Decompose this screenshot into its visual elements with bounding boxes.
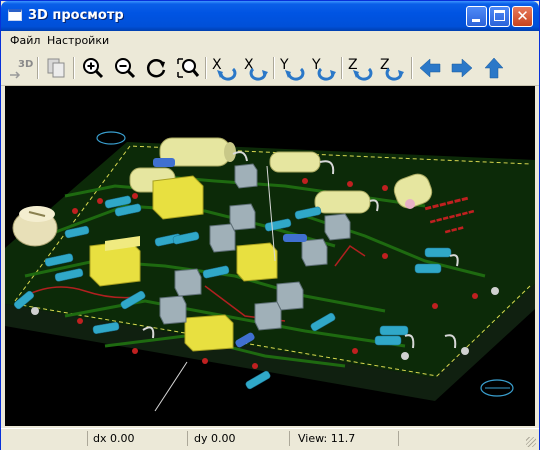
pan-left-button[interactable] bbox=[417, 55, 443, 81]
arrow-right-icon bbox=[451, 58, 473, 78]
resize-grip[interactable] bbox=[526, 437, 536, 447]
rotate-z-neg-button[interactable]: Z bbox=[347, 55, 373, 81]
toolbar-separator bbox=[273, 57, 275, 79]
pan-up-button[interactable] bbox=[481, 55, 507, 81]
rotate-y-neg-button[interactable]: Y bbox=[279, 55, 305, 81]
toolbar-separator bbox=[37, 57, 39, 79]
rotate-x-label: X bbox=[212, 57, 222, 73]
trimmer-potentiometer bbox=[12, 206, 58, 247]
rotate-x-neg-button[interactable]: X bbox=[211, 55, 237, 81]
menu-file[interactable]: Файл bbox=[10, 34, 40, 47]
window-title: 3D просмотр bbox=[28, 8, 124, 23]
toolbar-separator bbox=[411, 57, 413, 79]
window-icon bbox=[8, 9, 22, 21]
maximize-icon bbox=[494, 10, 505, 21]
mounting-hole bbox=[96, 131, 126, 145]
pan-right-button[interactable] bbox=[449, 55, 475, 81]
zoom-in-icon bbox=[83, 58, 104, 79]
rotate-x-icon: X bbox=[212, 57, 237, 81]
minimize-icon bbox=[472, 19, 480, 22]
refresh-icon bbox=[146, 59, 166, 78]
close-icon: ✕ bbox=[516, 7, 529, 25]
rotate-y-label: Y bbox=[279, 57, 289, 73]
zoom-fit-icon bbox=[177, 58, 200, 78]
rotate-z-icon: Z bbox=[380, 57, 404, 81]
rotate-z-pos-button[interactable]: Z bbox=[379, 55, 405, 81]
title-bar[interactable]: 3D просмотр ✕ bbox=[1, 1, 539, 31]
status-view: View: 11.7 bbox=[298, 431, 399, 446]
rotate-y-icon: Y bbox=[279, 57, 305, 81]
rotate-z-label: Z bbox=[348, 57, 358, 73]
pcb-3d-render: ▬▬▬▬▬▬ ▬▬▬▬▬▬▬ ▬▬▬ bbox=[5, 131, 535, 412]
menu-bar: Файл Настройки bbox=[1, 32, 539, 50]
axis-line bbox=[154, 361, 188, 412]
rotate-y-pos-button[interactable]: Y bbox=[311, 55, 337, 81]
copy-icon bbox=[47, 58, 65, 78]
status-empty-panel bbox=[3, 431, 88, 446]
toolbar-separator bbox=[205, 57, 207, 79]
zoom-in-button[interactable] bbox=[80, 55, 106, 81]
menu-settings[interactable]: Настройки bbox=[47, 34, 109, 47]
rotate-y-icon: Y bbox=[311, 57, 336, 81]
app-window: 3D просмотр ✕ Файл Настройки 3D X X Y Y … bbox=[0, 0, 540, 450]
arrow-up-icon bbox=[484, 57, 504, 79]
reload-3d-button[interactable]: 3D bbox=[7, 55, 33, 81]
status-dx: dx 0.00 bbox=[93, 431, 188, 446]
rotate-x-pos-button[interactable]: X bbox=[243, 55, 269, 81]
toolbar-separator bbox=[341, 57, 343, 79]
zoom-out-button[interactable] bbox=[112, 55, 138, 81]
arrow-left-icon bbox=[419, 58, 441, 78]
3d-viewport[interactable]: ▬▬▬▬▬▬ ▬▬▬▬▬▬▬ ▬▬▬ bbox=[5, 86, 535, 426]
zoom-fit-button[interactable] bbox=[175, 55, 201, 81]
close-button[interactable]: ✕ bbox=[512, 6, 533, 27]
status-bar: dx 0.00 dy 0.00 View: 11.7 bbox=[1, 428, 539, 450]
toolbar: 3D X X Y Y Z Z bbox=[1, 51, 539, 86]
3d-reload-icon: 3D bbox=[10, 59, 33, 79]
status-dy: dy 0.00 bbox=[194, 431, 290, 446]
rotate-z-icon: Z bbox=[348, 57, 373, 81]
zoom-out-icon bbox=[115, 58, 136, 79]
redraw-button[interactable] bbox=[144, 55, 170, 81]
rotate-x-icon: X bbox=[244, 57, 268, 81]
reload-3d-label: 3D bbox=[18, 59, 33, 70]
toolbar-separator bbox=[73, 57, 75, 79]
minimize-button[interactable] bbox=[466, 6, 487, 27]
copy-image-button[interactable] bbox=[43, 55, 69, 81]
maximize-button[interactable] bbox=[489, 6, 510, 27]
